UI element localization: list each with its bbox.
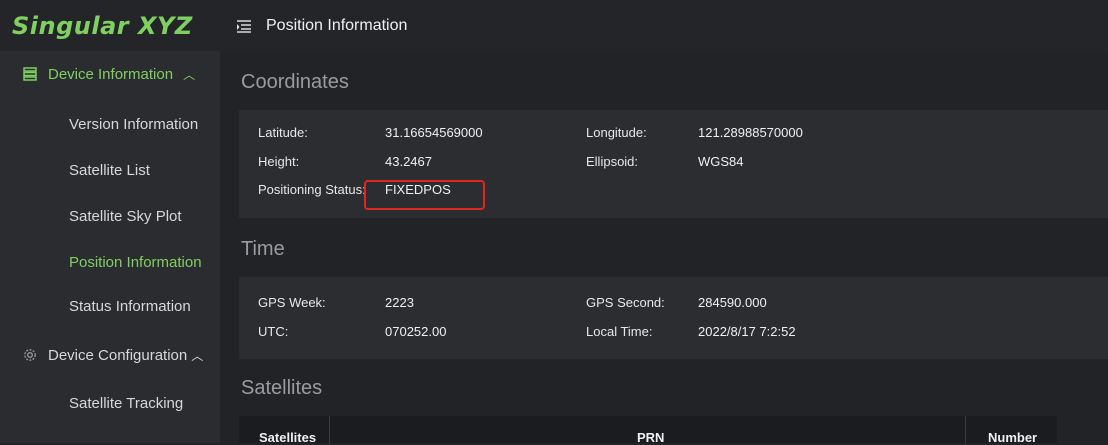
longitude-value: 121.28988570000 bbox=[698, 125, 803, 140]
sidebar-group-device-information[interactable]: Device Information ︿ bbox=[0, 51, 220, 97]
section-title-coordinates: Coordinates bbox=[241, 71, 349, 93]
utc-label: UTC: bbox=[258, 324, 289, 339]
section-title-time: Time bbox=[241, 238, 285, 260]
longitude-label: Longitude: bbox=[586, 125, 647, 140]
sidebar-item-version-information[interactable]: Version Information bbox=[69, 116, 198, 133]
server-icon bbox=[22, 66, 38, 82]
sidebar-group-device-configuration[interactable]: Device Configuration ︿ bbox=[0, 332, 220, 378]
sidebar: Singular XYZ Device Information ︿ Versio… bbox=[0, 0, 220, 443]
chevron-up-icon: ︿ bbox=[183, 67, 196, 82]
sidebar-item-status-information[interactable]: Status Information bbox=[69, 298, 191, 315]
gps-second-value: 284590.000 bbox=[698, 295, 767, 310]
sidebar-group-label: Device Information bbox=[48, 65, 174, 83]
menu-toggle-icon[interactable] bbox=[236, 19, 252, 33]
status-highlight-box bbox=[364, 180, 485, 210]
page-title: Position Information bbox=[266, 16, 408, 34]
time-panel: GPS Week: 2223 GPS Second: 284590.000 UT… bbox=[239, 277, 1108, 359]
sidebar-item-satellite-list[interactable]: Satellite List bbox=[69, 162, 150, 179]
gear-icon bbox=[22, 347, 38, 363]
height-label: Height: bbox=[258, 154, 300, 169]
latitude-value: 31.16654569000 bbox=[385, 125, 483, 140]
main-content: Coordinates Latitude: 31.16654569000 Lon… bbox=[220, 51, 1108, 443]
sidebar-item-satellite-tracking[interactable]: Satellite Tracking bbox=[69, 395, 183, 412]
utc-value: 070252.00 bbox=[385, 324, 447, 339]
brand-logo: Singular XYZ bbox=[0, 0, 220, 51]
gps-week-label: GPS Week: bbox=[258, 295, 326, 310]
satellites-table-header: Satellites PRN Number bbox=[239, 416, 1057, 445]
positioning-status-label: Positioning Status: bbox=[258, 182, 366, 197]
ellipsoid-label: Ellipsoid: bbox=[586, 154, 639, 169]
gps-second-label: GPS Second: bbox=[586, 295, 665, 310]
gps-week-value: 2223 bbox=[385, 295, 414, 310]
height-value: 43.2467 bbox=[385, 154, 432, 169]
chevron-up-icon: ︿ bbox=[191, 348, 204, 363]
column-divider bbox=[329, 416, 330, 444]
local-time-label: Local Time: bbox=[586, 324, 653, 339]
sidebar-item-position-information[interactable]: Position Information bbox=[69, 254, 202, 271]
local-time-value: 2022/8/17 7:2:52 bbox=[698, 324, 796, 339]
ellipsoid-value: WGS84 bbox=[698, 154, 744, 169]
latitude-label: Latitude: bbox=[258, 125, 308, 140]
column-divider bbox=[965, 416, 966, 444]
sidebar-group-label: Device Configuration bbox=[48, 346, 188, 364]
top-bar: Position Information bbox=[220, 0, 1108, 51]
section-title-satellites: Satellites bbox=[241, 377, 323, 399]
sidebar-item-satellite-sky-plot[interactable]: Satellite Sky Plot bbox=[69, 208, 182, 225]
